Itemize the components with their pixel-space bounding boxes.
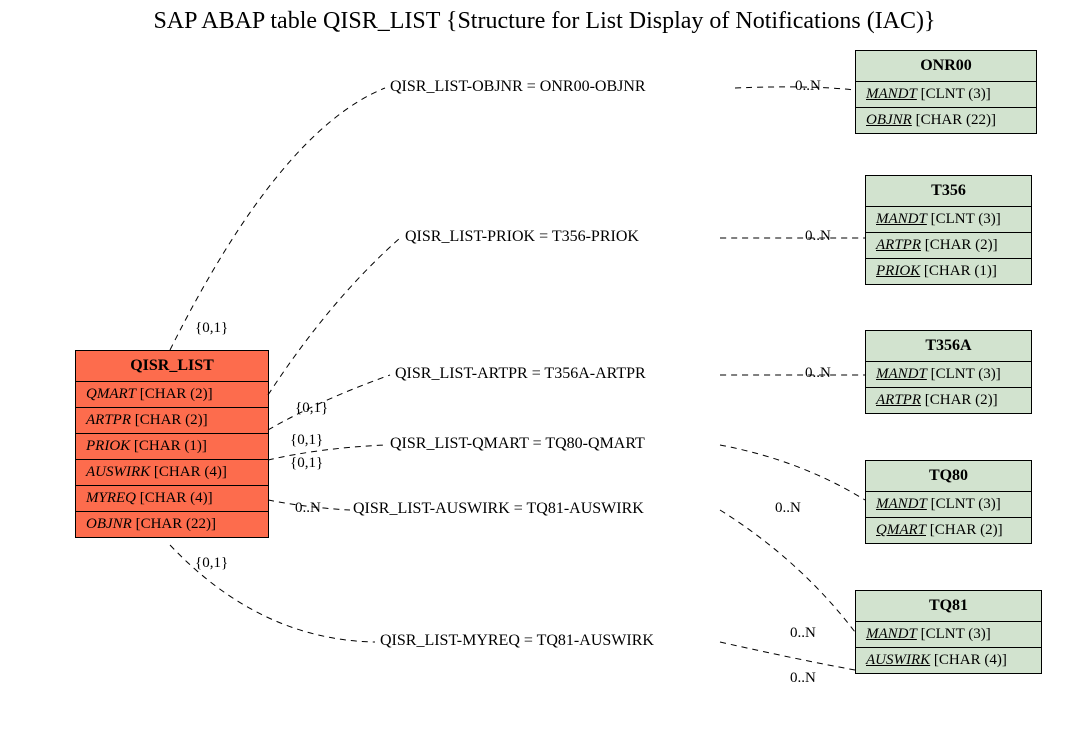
field-row: MANDT [CLNT (3)] xyxy=(866,362,1031,388)
cardinality-label: {0,1} xyxy=(195,320,228,337)
entity-tq81: TQ81 MANDT [CLNT (3)] AUSWIRK [CHAR (4)] xyxy=(855,590,1042,674)
entity-t356a: T356A MANDT [CLNT (3)] ARTPR [CHAR (2)] xyxy=(865,330,1032,414)
cardinality-label: 0..N xyxy=(790,670,816,687)
field-row: MANDT [CLNT (3)] xyxy=(856,82,1036,108)
field-row: MANDT [CLNT (3)] xyxy=(866,492,1031,518)
field-row: AUSWIRK [CHAR (4)] xyxy=(856,648,1041,673)
relation-label: QISR_LIST-OBJNR = ONR00-OBJNR xyxy=(390,78,646,96)
entity-t356: T356 MANDT [CLNT (3)] ARTPR [CHAR (2)] P… xyxy=(865,175,1032,285)
cardinality-label: 0..N xyxy=(775,500,801,517)
field-row: ARTPR [CHAR (2)] xyxy=(866,388,1031,413)
entity-header: QISR_LIST xyxy=(76,351,268,382)
relation-label: QISR_LIST-PRIOK = T356-PRIOK xyxy=(405,228,639,246)
entity-tq80: TQ80 MANDT [CLNT (3)] QMART [CHAR (2)] xyxy=(865,460,1032,544)
field-row: ARTPR [CHAR (2)] xyxy=(866,233,1031,259)
entity-header: TQ80 xyxy=(866,461,1031,492)
entity-qisr-list: QISR_LIST QMART [CHAR (2)] ARTPR [CHAR (… xyxy=(75,350,269,538)
cardinality-label: {0,1} xyxy=(290,432,323,449)
entity-header: T356A xyxy=(866,331,1031,362)
field-row: ARTPR [CHAR (2)] xyxy=(76,408,268,434)
cardinality-label: 0..N xyxy=(295,500,321,517)
field-row: PRIOK [CHAR (1)] xyxy=(866,259,1031,284)
cardinality-label: 0..N xyxy=(805,228,831,245)
relation-label: QISR_LIST-AUSWIRK = TQ81-AUSWIRK xyxy=(353,500,644,518)
field-row: AUSWIRK [CHAR (4)] xyxy=(76,460,268,486)
entity-header: T356 xyxy=(866,176,1031,207)
cardinality-label: {0,1} xyxy=(295,400,328,417)
cardinality-label: {0,1} xyxy=(290,455,323,472)
cardinality-label: 0..N xyxy=(790,625,816,642)
relation-label: QISR_LIST-ARTPR = T356A-ARTPR xyxy=(395,365,646,383)
cardinality-label: 0..N xyxy=(805,365,831,382)
field-row: MANDT [CLNT (3)] xyxy=(866,207,1031,233)
field-row: PRIOK [CHAR (1)] xyxy=(76,434,268,460)
entity-header: TQ81 xyxy=(856,591,1041,622)
field-row: OBJNR [CHAR (22)] xyxy=(856,108,1036,133)
cardinality-label: {0,1} xyxy=(195,555,228,572)
page-title: SAP ABAP table QISR_LIST {Structure for … xyxy=(0,8,1089,35)
field-row: OBJNR [CHAR (22)] xyxy=(76,512,268,537)
entity-onr00: ONR00 MANDT [CLNT (3)] OBJNR [CHAR (22)] xyxy=(855,50,1037,134)
field-row: QMART [CHAR (2)] xyxy=(76,382,268,408)
entity-header: ONR00 xyxy=(856,51,1036,82)
field-row: MYREQ [CHAR (4)] xyxy=(76,486,268,512)
cardinality-label: 0..N xyxy=(795,78,821,95)
relation-label: QISR_LIST-QMART = TQ80-QMART xyxy=(390,435,645,453)
field-row: QMART [CHAR (2)] xyxy=(866,518,1031,543)
field-row: MANDT [CLNT (3)] xyxy=(856,622,1041,648)
relation-label: QISR_LIST-MYREQ = TQ81-AUSWIRK xyxy=(380,632,654,650)
